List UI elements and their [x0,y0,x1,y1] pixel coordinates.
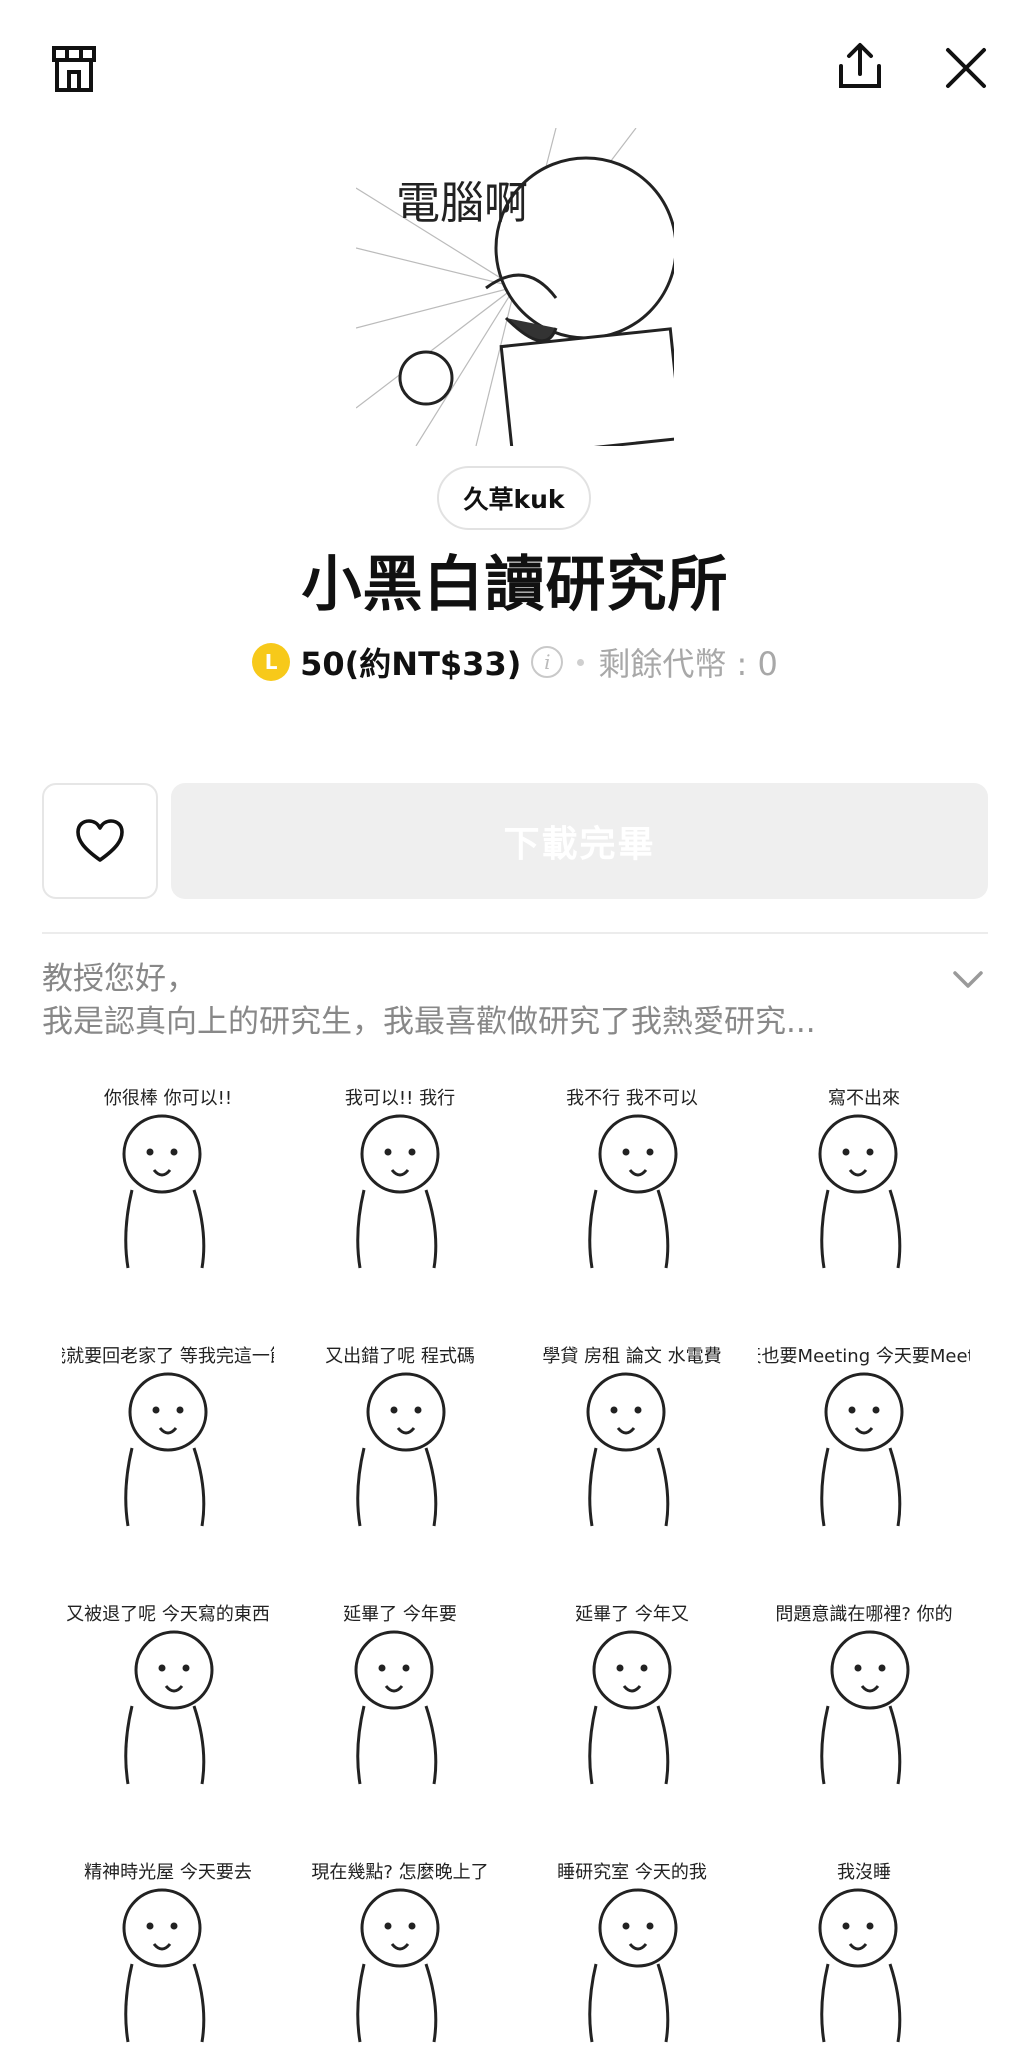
sticker-item[interactable]: 又出錯了呢 程式碼 [294,1340,506,1530]
sticker-caption: 精神時光屋 今天要去 [84,1862,252,1883]
heart-icon [76,819,124,862]
sticker-item[interactable]: 我可以!! 我行 [294,1082,506,1272]
tokens-remaining: 剩餘代幣 : 0 [598,645,778,683]
sticker-caption: 我就要回老家了 等我完這一節 [62,1346,274,1367]
main-sticker-caption: 電腦啊 [396,178,528,229]
sticker-caption: 寫不出來 [828,1088,900,1109]
chevron-down-icon[interactable] [948,960,988,1000]
sticker-item[interactable]: 問題意識在哪裡? 你的 [758,1598,970,1788]
sticker-item[interactable]: 精神時光屋 今天要去 [62,1856,274,2046]
sticker-item[interactable]: 我不行 我不可以 [526,1082,738,1272]
sticker-item[interactable]: 學貸 房租 論文 水電費 [526,1340,738,1530]
sticker-item[interactable]: 現在幾點? 怎麼晚上了 [294,1856,506,2046]
sticker-caption: 學貸 房租 論文 水電費 [542,1346,721,1367]
divider [42,932,988,934]
shop-icon[interactable] [42,36,106,100]
separator-dot [577,658,585,666]
description-line-1: 教授您好， [42,961,197,997]
favorite-button[interactable] [42,783,158,899]
description-line-2: 我是認真向上的研究生，我最喜歡做研究了我熱愛研究... [42,1004,816,1040]
sticker-caption: 睡研究室 今天的我 [557,1862,707,1883]
sticker-caption: 延畢了 今年要 [343,1604,457,1625]
price-text: 50(約NT$33) [300,645,522,683]
download-button[interactable]: 下載完畢 [171,783,988,899]
close-icon[interactable] [932,34,1000,102]
page-title: 小黑白讀研究所 [301,550,729,620]
sticker-item[interactable]: 你很棒 你可以!! [62,1082,274,1272]
share-icon[interactable] [828,34,892,98]
main-sticker-image: 電腦啊 [356,128,674,446]
sticker-caption: 又被退了呢 今天寫的東西 [66,1604,270,1625]
sticker-caption: 又出錯了呢 程式碼 [325,1346,475,1367]
sticker-caption: 你很棒 你可以!! [104,1088,232,1109]
info-icon[interactable]: i [531,646,564,678]
description: 教授您好， 我是認真向上的研究生，我最喜歡做研究了我熱愛研究... [42,958,922,1044]
sticker-caption: 我可以!! 我行 [345,1088,455,1109]
sticker-caption: 延畢了 今年又 [575,1604,689,1625]
sticker-item[interactable]: 寫不出來 [758,1082,970,1272]
sticker-item[interactable]: 又被退了呢 今天寫的東西 [62,1598,274,1788]
sticker-item[interactable]: 延畢了 今年又 [526,1598,738,1788]
sticker-caption: 現在幾點? 怎麼晚上了 [311,1862,488,1883]
line-coin-icon: L [252,643,291,681]
price-row: L 50(約NT$33) i 剩餘代幣 : 0 [0,636,1030,688]
sticker-item[interactable]: 我沒睡 [758,1856,970,2046]
author-name[interactable]: 久草kuk [437,466,591,530]
sticker-caption: 問題意識在哪裡? 你的 [775,1604,952,1625]
sticker-caption: 我沒睡 [837,1862,891,1883]
sticker-caption: 我不行 我不可以 [566,1088,698,1109]
sticker-item[interactable]: 睡研究室 今天的我 [526,1856,738,2046]
sticker-item[interactable]: 延畢了 今年要 [294,1598,506,1788]
sticker-caption: 明天也要Meeting 今天要Meeting [758,1346,970,1367]
sticker-item[interactable]: 明天也要Meeting 今天要Meeting [758,1340,970,1530]
sticker-item[interactable]: 我就要回老家了 等我完這一節 [62,1340,274,1530]
